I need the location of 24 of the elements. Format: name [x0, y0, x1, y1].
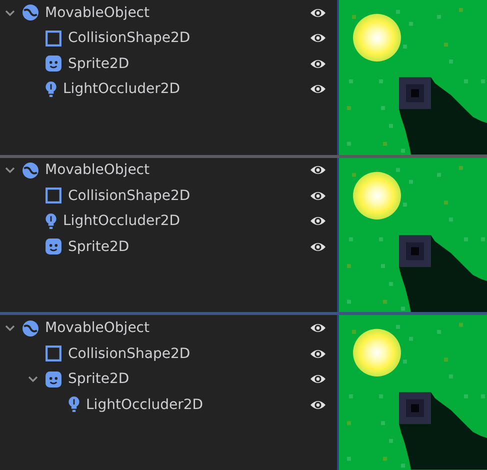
node-label[interactable]: Sprite2D: [68, 56, 309, 72]
face-icon: [45, 55, 62, 72]
node-label[interactable]: CollisionShape2D: [68, 30, 309, 46]
bulb-icon: [45, 212, 57, 230]
node-label[interactable]: LightOccluder2D: [63, 81, 309, 98]
node-label[interactable]: CollisionShape2D: [68, 346, 309, 362]
face-icon: [45, 238, 62, 256]
square-icon: [45, 345, 62, 362]
node-label[interactable]: MovableObject: [45, 320, 309, 336]
node-label[interactable]: LightOccluder2D: [86, 396, 309, 413]
node-label[interactable]: Sprite2D: [68, 371, 309, 388]
square-icon: [45, 187, 62, 204]
globe-icon: [22, 162, 39, 179]
node-label[interactable]: MovableObject: [45, 4, 309, 21]
node-label[interactable]: CollisionShape2D: [68, 188, 309, 204]
square-icon: [45, 30, 62, 47]
bulb-icon: [45, 80, 57, 98]
globe-icon: [22, 4, 39, 22]
globe-icon: [22, 320, 39, 337]
bulb-icon: [68, 396, 80, 414]
node-label[interactable]: MovableObject: [45, 162, 309, 178]
face-icon: [45, 370, 62, 388]
node-label[interactable]: Sprite2D: [68, 238, 309, 255]
node-label[interactable]: LightOccluder2D: [63, 213, 309, 230]
